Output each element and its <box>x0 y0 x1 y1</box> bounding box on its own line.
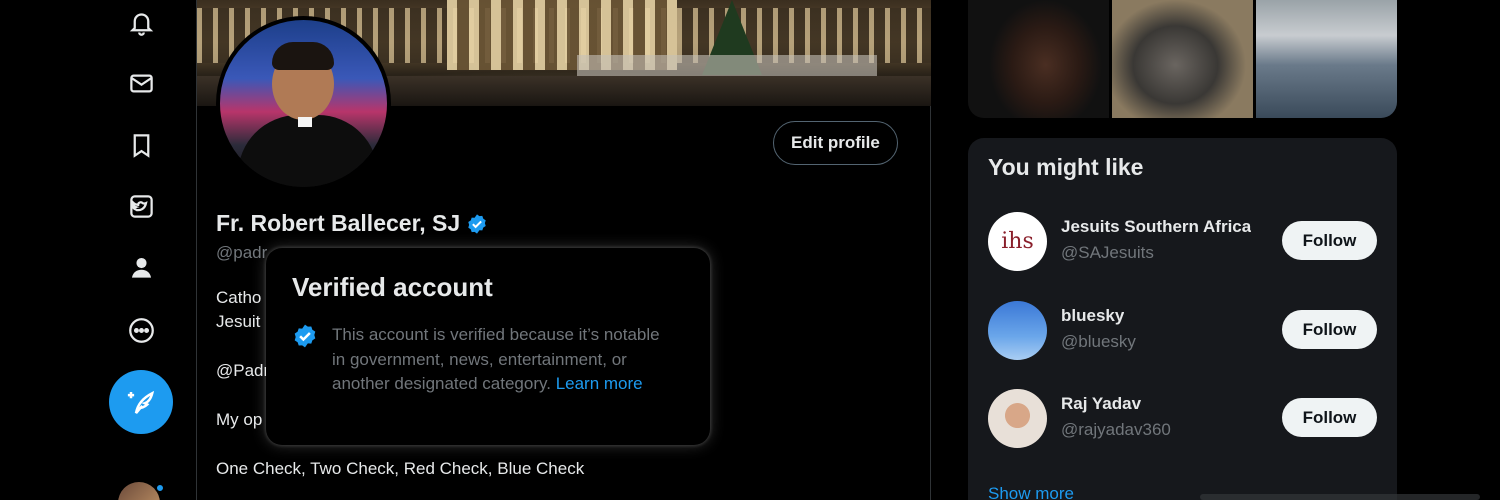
display-name-text: Fr. Robert Ballecer, SJ <box>216 210 461 236</box>
suggested-account[interactable]: ihs Jesuits Southern Africa @SAJesuits F… <box>988 212 1377 272</box>
premium-icon <box>129 194 153 218</box>
verified-badge-icon[interactable] <box>466 213 488 235</box>
media-grid <box>968 0 1397 118</box>
profile-avatar[interactable] <box>216 16 391 191</box>
media-thumbnail[interactable] <box>1112 0 1253 118</box>
suggested-account[interactable]: bluesky @bluesky Follow <box>988 301 1377 361</box>
account-avatar[interactable] <box>988 389 1047 448</box>
media-thumbnail[interactable] <box>1256 0 1397 118</box>
account-avatar[interactable] <box>988 301 1047 360</box>
account-handle: @bluesky <box>1061 332 1136 351</box>
learn-more-link[interactable]: Learn more <box>556 374 643 393</box>
suggested-account[interactable]: Raj Yadav @rajyadav360 Follow <box>988 389 1377 449</box>
follow-button[interactable]: Follow <box>1282 221 1377 260</box>
account-handle: @SAJesuits <box>1061 243 1154 262</box>
profile-handle: @padr <box>216 243 268 262</box>
avatar-monogram: ihs <box>1001 229 1034 254</box>
account-avatar[interactable] <box>118 482 160 500</box>
account-notification-dot <box>155 483 165 493</box>
verified-badge-icon <box>294 324 316 348</box>
bio-tagline: One Check, Two Check, Red Check, Blue Ch… <box>216 459 585 478</box>
bio-mention-link[interactable]: @Padr <box>216 361 269 381</box>
account-name[interactable]: Raj Yadav <box>1061 394 1141 414</box>
bio-line: Jesuit <box>216 312 261 331</box>
bio-line: Catho <box>216 288 262 307</box>
follow-button[interactable]: Follow <box>1282 310 1377 349</box>
premium-nav-item[interactable] <box>116 181 166 231</box>
more-icon <box>128 317 154 343</box>
account-name[interactable]: Jesuits Southern Africa <box>1061 217 1251 237</box>
bookmarks-nav-item[interactable] <box>116 120 166 170</box>
verified-account-popover: Verified account This account is verifie… <box>266 248 710 445</box>
mail-icon <box>129 74 153 92</box>
popover-body: This account is verified because it’s no… <box>292 323 672 397</box>
notifications-nav-item[interactable] <box>116 0 166 48</box>
bookmark-icon <box>133 133 149 158</box>
account-name[interactable]: bluesky <box>1061 306 1124 326</box>
messages-drawer-edge[interactable] <box>1200 494 1480 500</box>
follow-button[interactable]: Follow <box>1282 398 1377 437</box>
messages-nav-item[interactable] <box>116 58 166 108</box>
edit-profile-button[interactable]: Edit profile <box>773 121 898 165</box>
compose-post-button[interactable] <box>109 370 173 434</box>
panel-title: You might like <box>988 154 1144 180</box>
popover-title: Verified account <box>292 272 493 302</box>
bio-line: My op <box>216 410 263 429</box>
left-navigation <box>0 0 196 500</box>
profile-icon <box>131 257 151 278</box>
profile-nav-item[interactable] <box>116 242 166 292</box>
you-might-like-panel: You might like ihs Jesuits Southern Afri… <box>968 138 1397 500</box>
account-handle: @rajyadav360 <box>1061 420 1171 439</box>
more-nav-item[interactable] <box>116 305 166 355</box>
show-more-link[interactable]: Show more <box>988 484 1074 500</box>
account-avatar[interactable]: ihs <box>988 212 1047 271</box>
compose-icon <box>127 390 155 415</box>
popover-description: This account is verified because it’s no… <box>332 323 672 397</box>
profile-display-name: Fr. Robert Ballecer, SJ <box>216 210 488 237</box>
bell-icon <box>129 12 153 36</box>
media-thumbnail[interactable] <box>968 0 1109 118</box>
